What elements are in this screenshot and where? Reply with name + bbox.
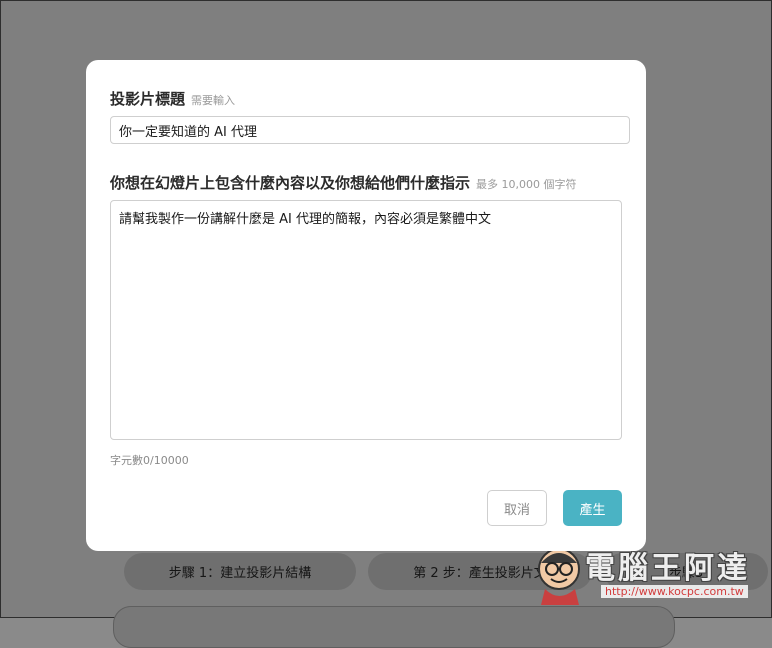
instructions-label: 你想在幻燈片上包含什麼內容以及你想給他們什麼指示 xyxy=(110,174,471,192)
cancel-button[interactable]: 取消 xyxy=(487,490,547,526)
create-slides-dialog: 投影片標題 需要輸入 你想在幻燈片上包含什麼內容以及你想給他們什麼指示 最多 1… xyxy=(86,60,646,551)
title-label-row: 投影片標題 需要輸入 xyxy=(110,88,235,109)
slide-title-label: 投影片標題 xyxy=(110,90,186,108)
watermark-url: http://www.kocpc.com.tw xyxy=(601,585,748,598)
generate-button[interactable]: 產生 xyxy=(563,490,622,526)
max-chars-hint: 最多 10,000 個字符 xyxy=(476,178,577,191)
required-hint: 需要輸入 xyxy=(191,94,236,107)
char-count: 字元數0/10000 xyxy=(110,454,189,467)
background-input-edge xyxy=(113,606,675,648)
step-1-tab: 步驟 1：建立投影片結構 xyxy=(124,553,356,590)
slide-title-input[interactable] xyxy=(110,116,630,144)
instructions-textarea[interactable]: 請幫我製作一份講解什麼是 AI 代理的簡報，內容必須是繁體中文 xyxy=(110,200,622,440)
instructions-label-row: 你想在幻燈片上包含什麼內容以及你想給他們什麼指示 最多 10,000 個字符 xyxy=(110,172,577,193)
app-backdrop: 步驟 1：建立投影片結構 第 2 步：產生投影片文 步驟3 電腦王阿達 http… xyxy=(0,0,772,648)
